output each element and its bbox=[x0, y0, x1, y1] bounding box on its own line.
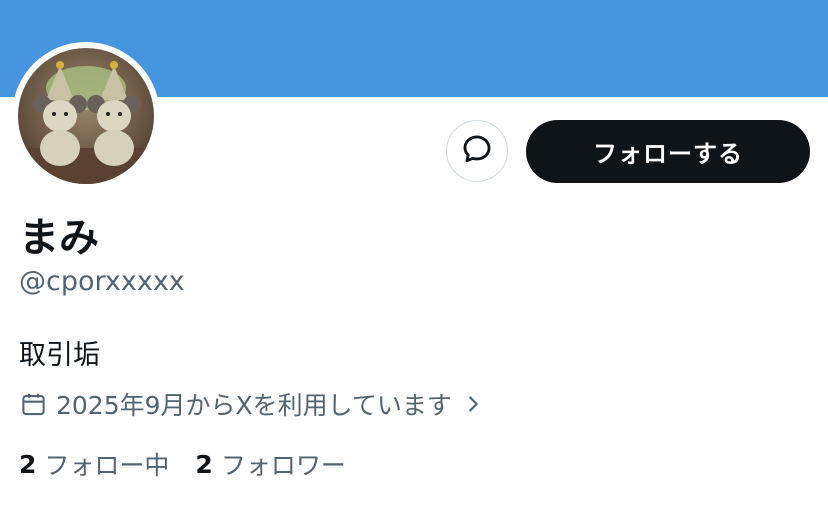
user-handle: @cporxxxxx bbox=[19, 266, 185, 297]
followers-count: 2 bbox=[195, 449, 213, 479]
chevron-right-icon bbox=[462, 393, 484, 415]
avatar-image[interactable] bbox=[18, 48, 154, 184]
following-count: 2 bbox=[19, 449, 37, 479]
followers-label: フォロワー bbox=[220, 451, 346, 480]
bio: 取引垢 bbox=[19, 340, 100, 371]
calendar-icon bbox=[20, 391, 47, 418]
followers-link[interactable]: 2 フォロワー bbox=[195, 446, 345, 482]
joined-date[interactable]: 2025年9月からXを利用しています bbox=[20, 386, 484, 422]
following-link[interactable]: 2 フォロー中 bbox=[19, 446, 169, 482]
avatar[interactable] bbox=[12, 42, 160, 190]
follow-counts: 2 フォロー中 2 フォロワー bbox=[19, 446, 346, 482]
following-label: フォロー中 bbox=[44, 451, 170, 480]
message-button[interactable] bbox=[446, 120, 508, 182]
follow-button[interactable]: フォローする bbox=[526, 120, 810, 183]
message-icon bbox=[460, 132, 494, 170]
follow-button-label: フォローする bbox=[593, 140, 743, 168]
display-name: まみ bbox=[19, 215, 99, 261]
joined-text: 2025年9月からXを利用しています bbox=[56, 391, 452, 420]
